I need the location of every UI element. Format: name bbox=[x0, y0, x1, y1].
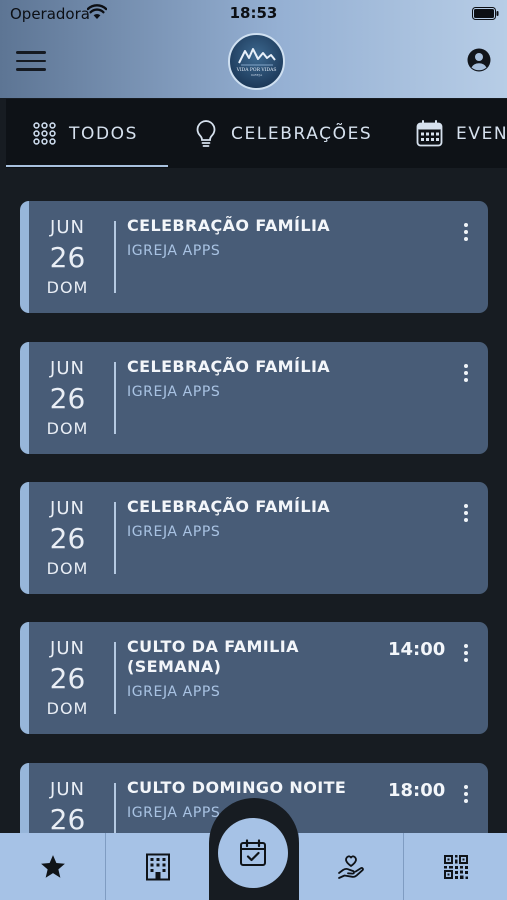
event-weekday: DOM bbox=[46, 559, 89, 578]
tab-label-celebracoes: CELEBRAÇÕES bbox=[231, 123, 373, 144]
event-weekday: DOM bbox=[46, 699, 89, 718]
event-organizer: IGREJA APPS bbox=[127, 684, 221, 700]
app-header: Operadora 18:53 VIDA POR VIDAS IGREJA bbox=[0, 0, 507, 98]
event-organizer: IGREJA APPS bbox=[127, 805, 221, 821]
nav-favorites[interactable] bbox=[0, 833, 105, 900]
church-logo: VIDA POR VIDAS IGREJA bbox=[228, 33, 285, 90]
event-organizer: IGREJA APPS bbox=[127, 524, 221, 540]
hamburger-menu-icon[interactable] bbox=[16, 51, 46, 71]
event-card[interactable]: JUN 26 DOM CELEBRAÇÃO FAMÍLIA IGREJA APP… bbox=[20, 342, 488, 454]
event-day: 26 bbox=[49, 803, 86, 836]
grid-dots-icon bbox=[33, 122, 56, 145]
tab-celebracoes[interactable]: CELEBRAÇÕES bbox=[194, 99, 372, 168]
event-day: 26 bbox=[49, 522, 86, 555]
event-title: CELEBRAÇÃO FAMÍLIA bbox=[127, 357, 331, 376]
event-title: CULTO DOMINGO NOITE bbox=[127, 778, 347, 797]
more-options-icon[interactable] bbox=[463, 364, 469, 382]
event-card[interactable]: JUN 26 DOM CULTO DA FAMILIA (SEMANA) IGR… bbox=[20, 622, 488, 734]
status-clock: 18:53 bbox=[229, 4, 278, 22]
nav-donate[interactable] bbox=[299, 833, 403, 900]
event-card[interactable]: JUN 26 DOM CELEBRAÇÃO FAMÍLIA IGREJA APP… bbox=[20, 482, 488, 594]
event-title: CELEBRAÇÃO FAMÍLIA bbox=[127, 216, 331, 235]
more-options-icon[interactable] bbox=[463, 223, 469, 241]
event-time: 14:00 bbox=[388, 639, 446, 660]
lightbulb-icon bbox=[196, 119, 216, 147]
category-tabs: TODOS CELEBRAÇÕES EVENTOS bbox=[6, 99, 507, 168]
event-month: JUN bbox=[50, 358, 85, 379]
profile-icon[interactable] bbox=[467, 48, 491, 72]
event-month: JUN bbox=[50, 498, 85, 519]
event-time: 18:00 bbox=[388, 780, 446, 801]
nav-agenda-button[interactable] bbox=[218, 818, 288, 888]
tab-eventos[interactable]: EVENTOS bbox=[416, 99, 507, 168]
tab-todos[interactable]: TODOS bbox=[33, 99, 138, 168]
event-day: 26 bbox=[49, 241, 86, 274]
more-options-icon[interactable] bbox=[463, 785, 469, 803]
calendar-check-icon bbox=[240, 839, 266, 866]
status-bar: Operadora 18:53 bbox=[0, 0, 507, 30]
date-divider bbox=[114, 362, 116, 434]
event-month: JUN bbox=[50, 217, 85, 238]
calendar-icon bbox=[416, 120, 443, 147]
star-icon bbox=[40, 854, 65, 878]
active-tab-indicator bbox=[6, 165, 168, 167]
qr-code-icon bbox=[443, 854, 468, 879]
event-organizer: IGREJA APPS bbox=[127, 243, 221, 259]
date-divider bbox=[114, 502, 116, 574]
date-divider bbox=[114, 642, 116, 714]
mountain-logo-icon bbox=[237, 47, 276, 65]
event-title: CULTO DA FAMILIA (SEMANA) bbox=[127, 637, 299, 676]
event-card[interactable]: JUN 26 DOM CELEBRAÇÃO FAMÍLIA IGREJA APP… bbox=[20, 201, 488, 313]
date-divider bbox=[114, 221, 116, 293]
event-day: 26 bbox=[49, 662, 86, 695]
nav-church[interactable] bbox=[106, 833, 209, 900]
donate-hand-icon bbox=[338, 854, 364, 879]
more-options-icon[interactable] bbox=[463, 504, 469, 522]
building-icon bbox=[145, 853, 170, 880]
nav-qr-code[interactable] bbox=[404, 833, 507, 900]
event-day: 26 bbox=[49, 382, 86, 415]
more-options-icon[interactable] bbox=[463, 644, 469, 662]
tab-label-todos: TODOS bbox=[69, 123, 139, 144]
battery-icon bbox=[472, 7, 499, 20]
event-month: JUN bbox=[50, 638, 85, 659]
event-weekday: DOM bbox=[46, 419, 89, 438]
event-organizer: IGREJA APPS bbox=[127, 384, 221, 400]
logo-subtext: IGREJA bbox=[250, 72, 263, 77]
event-weekday: DOM bbox=[46, 278, 89, 297]
event-month: JUN bbox=[50, 779, 85, 800]
event-title: CELEBRAÇÃO FAMÍLIA bbox=[127, 497, 331, 516]
tab-label-eventos: EVENTOS bbox=[456, 123, 507, 144]
